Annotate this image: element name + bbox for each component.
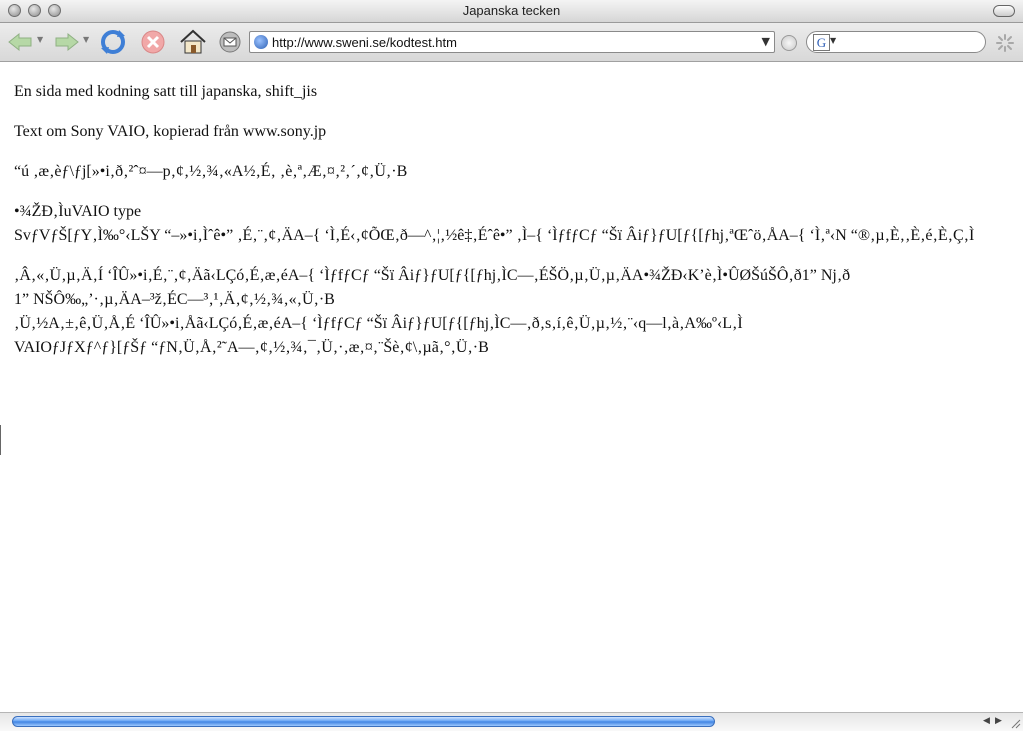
reload-icon	[101, 30, 125, 54]
horizontal-scroll-thumb[interactable]	[12, 716, 715, 727]
search-engine-icon[interactable]: G	[813, 34, 830, 51]
loading-throbber-icon	[996, 34, 1014, 52]
mail-button[interactable]	[215, 27, 245, 57]
address-bar[interactable]: http://www.sweni.se/kodtest.htm ▼	[249, 31, 775, 53]
page-content: En sida med kodning satt till japanska, …	[14, 80, 1023, 710]
reload-button[interactable]	[98, 27, 128, 57]
url-text[interactable]: http://www.sweni.se/kodtest.htm	[272, 35, 457, 50]
paragraph-mojibake-notice: •¾ŽÐ‚ÌuVAIO type SvƒVƒŠ[ƒY‚Ì‰°‹LŠY “–»•i…	[14, 200, 1023, 248]
home-button[interactable]	[178, 27, 208, 57]
paragraph-encoding-note: En sida med kodning satt till japanska, …	[14, 80, 1023, 104]
forward-history-dropdown-icon[interactable]: ▼	[83, 35, 89, 44]
mail-icon	[219, 31, 241, 53]
text-line: •¾ŽÐ‚ÌuVAIO type	[14, 203, 142, 220]
paragraph-mojibake-repair: ‚Â‚«‚Ü‚µ‚Ä‚Í ‘ÎÛ»•i‚É‚¨‚¢‚Äã‹LÇó‚É‚æ‚éA–…	[14, 264, 1023, 360]
search-input[interactable]: G ▼	[806, 31, 986, 53]
text-line: Text om Sony VAIO, kopierad från www.son…	[14, 123, 327, 140]
stop-icon	[141, 30, 165, 54]
home-icon	[180, 29, 206, 54]
text-line: 1” NŠÔ‰„’·‚µ‚ÄA–³ž‚ÉC—³‚¹‚Ä‚¢‚½‚¾‚«‚Ü‚·B	[14, 291, 335, 308]
paragraph-source-note: Text om Sony VAIO, kopierad från www.son…	[14, 120, 1023, 144]
title-bar: Japanska tecken	[0, 0, 1023, 23]
text-line: SvƒVƒŠ[ƒY‚Ì‰°‹LŠY “–»•i‚Ìˆê•” ‚É‚¨‚¢‚ÄA–…	[14, 227, 975, 244]
back-button[interactable]	[6, 27, 36, 57]
forward-button[interactable]	[51, 27, 81, 57]
navigation-toolbar: ▼ ▼ http://www.sweni.se/kodtest.htm ▼ G …	[0, 23, 1023, 62]
text-line: ‚Â‚«‚Ü‚µ‚Ä‚Í ‘ÎÛ»•i‚É‚¨‚¢‚Äã‹LÇó‚É‚æ‚éA–…	[14, 267, 851, 284]
site-favicon-icon	[254, 35, 268, 49]
scroll-left-arrow-icon[interactable]: ◀	[983, 716, 990, 726]
toolbar-toggle-button[interactable]	[993, 5, 1015, 17]
text-line: VAIOƒJƒXƒ^ƒ}[ƒŠƒ “ƒN‚Ü‚Å‚²˜A—‚¢‚½‚¾‚¯‚Ü‚…	[14, 339, 489, 356]
search-engine-dropdown-icon[interactable]: ▼	[830, 36, 836, 45]
url-history-dropdown-icon[interactable]: ▼	[762, 35, 770, 48]
go-button[interactable]	[781, 35, 797, 51]
horizontal-scrollbar[interactable]: ◀ ▶	[0, 712, 1023, 731]
text-line: “ú ‚æ‚èƒ\ƒj[»•i‚ð‚²ˆ¤—p‚¢‚½‚¾‚«A½‚É‚ ‚è‚…	[14, 163, 408, 180]
back-arrow-icon	[8, 32, 32, 52]
window-title: Japanska tecken	[462, 3, 561, 18]
window-edge-marker	[0, 425, 4, 455]
resize-grip-icon[interactable]	[1009, 717, 1021, 729]
text-line: ‚Ü‚½A‚±‚ê‚Ü‚Å‚É ‘ÎÛ»•i‚Åã‹LÇó‚É‚æ‚éA–{ ‘…	[14, 315, 743, 332]
back-history-dropdown-icon[interactable]: ▼	[37, 35, 43, 44]
scroll-right-arrow-icon[interactable]: ▶	[995, 716, 1002, 726]
text-line: En sida med kodning satt till japanska, …	[14, 83, 318, 100]
forward-arrow-icon	[55, 32, 79, 52]
stop-button[interactable]	[138, 27, 168, 57]
paragraph-mojibake-greeting: “ú ‚æ‚èƒ\ƒj[»•i‚ð‚²ˆ¤—p‚¢‚½‚¾‚«A½‚É‚ ‚è‚…	[14, 160, 1023, 184]
